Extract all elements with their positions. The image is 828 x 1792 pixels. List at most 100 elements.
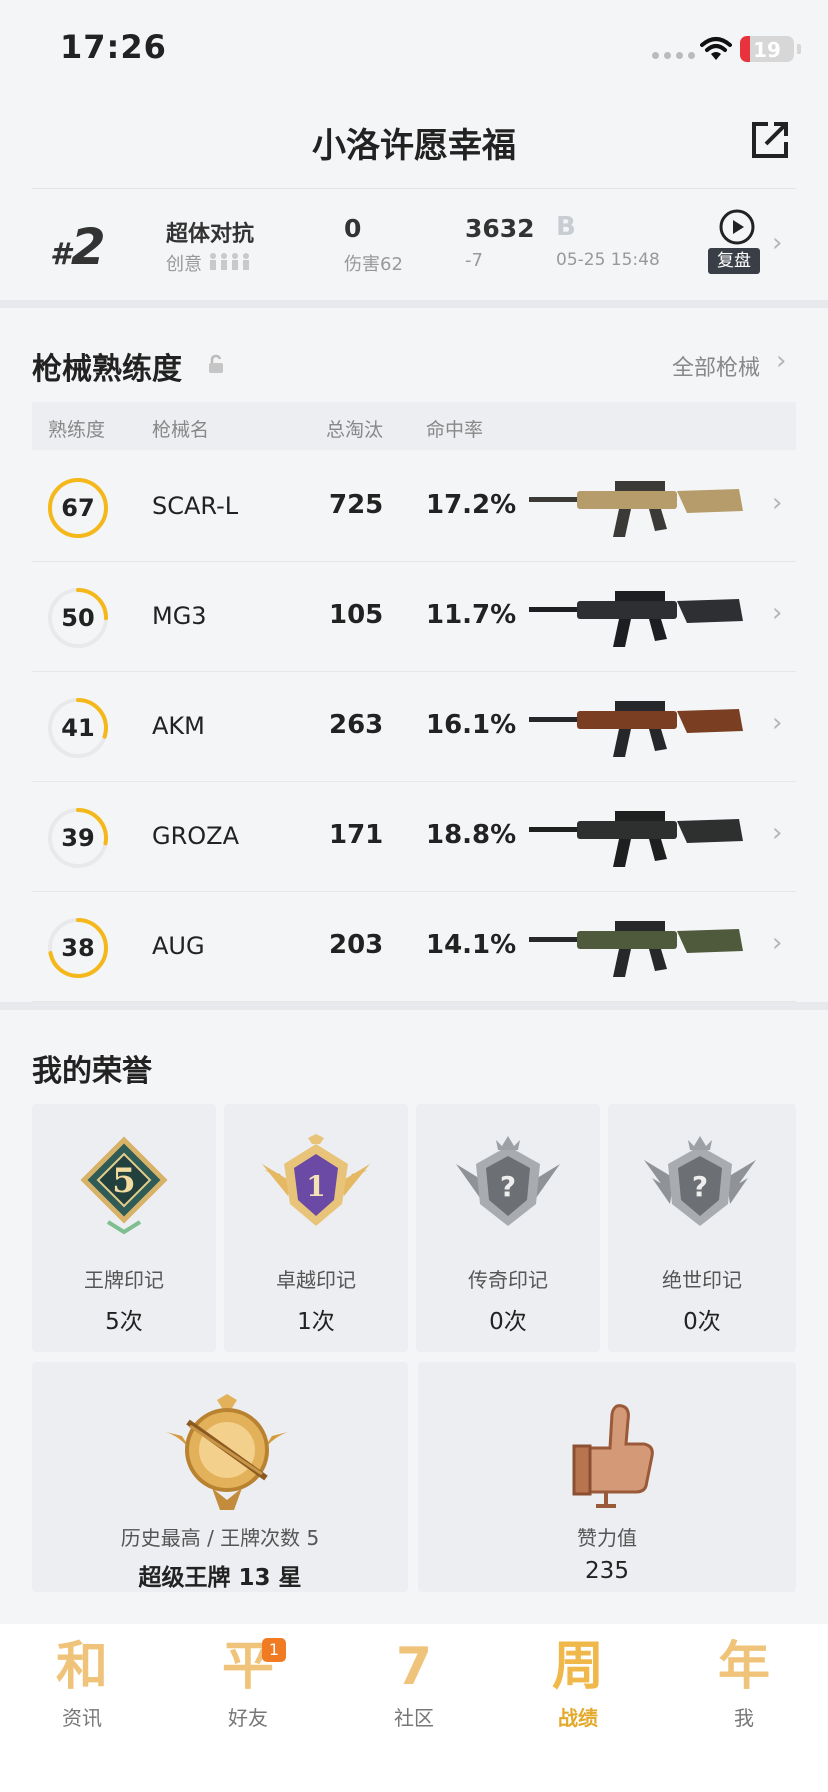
weapons-table-header: 熟练度 枪械名 总淘汰 命中率 <box>32 402 796 450</box>
match-sub-mode: 创意 <box>166 250 252 276</box>
proficiency-value: 39 <box>61 824 95 852</box>
history-best-value: 超级王牌 13 星 <box>138 1565 302 1591</box>
news-tab-icon: 和 <box>55 1637 108 1697</box>
svg-text:?: ? <box>500 1170 516 1203</box>
proficiency-value: 38 <box>61 934 95 962</box>
match-mode: 超体对抗 <box>166 222 255 247</box>
honor-label: 绝世印记 <box>662 1268 742 1292</box>
legendary-mark-badge-icon: ? <box>456 1136 560 1226</box>
groza-rifle-image <box>529 811 743 867</box>
tab-label: 资讯 <box>62 1706 102 1730</box>
weapon-hit-rate: 14.1% <box>426 930 517 960</box>
match-rank: #2 <box>50 218 106 276</box>
match-tier: B <box>556 212 576 242</box>
weapon-hit-rate: 11.7% <box>426 600 517 630</box>
honor-card-history-best[interactable]: 历史最高 / 王牌次数 5 超级王牌 13 星 <box>32 1362 408 1592</box>
likes-value: 235 <box>585 1558 629 1584</box>
weapon-row[interactable]: 38 AUG 203 14.1% › <box>32 892 796 1002</box>
match-damage: 伤害62 <box>344 254 403 275</box>
weapon-total-kills: 725 <box>329 490 384 520</box>
records-tab-icon: 周 <box>551 1637 604 1697</box>
honor-label: 卓越印记 <box>276 1268 356 1292</box>
honor-count: 1次 <box>297 1309 335 1335</box>
all-weapons-link[interactable]: 全部枪械 <box>672 350 760 382</box>
svg-text:1: 1 <box>306 1170 325 1203</box>
weapon-row[interactable]: 67 SCAR-L 725 17.2% › <box>32 452 796 562</box>
honor-card-excellent[interactable]: 1 卓越印记 1次 <box>224 1104 408 1352</box>
friends-tab-icon: 平 <box>221 1637 274 1697</box>
weapon-name: SCAR-L <box>152 492 239 520</box>
chevron-right-icon: › <box>772 598 783 628</box>
notification-badge: 1 <box>262 1638 286 1662</box>
peerless-mark-badge-icon: ? <box>644 1136 756 1226</box>
chevron-right-icon: › <box>772 928 783 958</box>
honor-label: 王牌印记 <box>84 1268 164 1292</box>
tab-community[interactable]: 7 社区 <box>354 1636 474 1746</box>
weapon-hit-rate: 16.1% <box>426 710 517 740</box>
honors-section-title: 我的荣誉 <box>32 1054 152 1089</box>
tab-label: 战绩 <box>558 1706 598 1730</box>
weapon-hit-rate: 18.8% <box>426 820 517 850</box>
weapon-total-kills: 203 <box>329 930 384 960</box>
weapon-name: AUG <box>152 932 205 960</box>
match-score-delta: -7 <box>465 250 483 271</box>
weapon-name: GROZA <box>152 822 240 850</box>
weapon-name: AKM <box>152 712 205 740</box>
match-time: 05-25 15:48 <box>556 250 660 270</box>
weapons-section-title: 枪械熟练度 <box>32 352 182 387</box>
honor-card-legendary[interactable]: ? 传奇印记 0次 <box>416 1104 600 1352</box>
weapon-total-kills: 263 <box>329 710 384 740</box>
squad-members-icon <box>209 253 249 270</box>
super-ace-rank-badge-icon <box>166 1394 288 1510</box>
excellent-mark-badge-icon: 1 <box>262 1134 370 1226</box>
header-proficiency: 熟练度 <box>48 419 106 441</box>
honor-card-peerless[interactable]: ? 绝世印记 0次 <box>608 1104 796 1352</box>
match-kills: 0 <box>344 214 362 243</box>
svg-text:5: 5 <box>112 1161 136 1201</box>
history-best-label: 历史最高 / 王牌次数 5 <box>120 1526 320 1550</box>
section-separator <box>0 1002 828 1010</box>
status-time: 17:26 <box>60 28 167 66</box>
wifi-icon <box>700 37 732 60</box>
chevron-right-icon: › <box>772 228 783 258</box>
tab-records[interactable]: 周 战绩 <box>518 1636 638 1746</box>
lock-icon[interactable] <box>206 354 226 374</box>
cellular-signal-icon <box>652 52 695 59</box>
replay-icon <box>719 209 755 245</box>
akm-rifle-image <box>529 701 743 757</box>
me-tab-icon: 年 <box>717 1637 770 1697</box>
weapon-total-kills: 105 <box>329 600 384 630</box>
battery-tip <box>797 44 801 54</box>
recent-match-row[interactable]: #2 超体对抗 创意 0 伤害62 3632 -7 B 05-25 15:48 … <box>0 190 828 300</box>
svg-text:?: ? <box>692 1170 708 1203</box>
weapon-total-kills: 171 <box>329 820 384 850</box>
likes-label: 赞力值 <box>577 1526 637 1550</box>
header-total-kills: 总淘汰 <box>326 419 384 441</box>
proficiency-value: 67 <box>61 494 95 522</box>
replay-label: 复盘 <box>708 248 760 274</box>
weapon-hit-rate: 17.2% <box>426 490 517 520</box>
proficiency-value: 50 <box>61 604 95 632</box>
tab-friends[interactable]: 平 好友 1 <box>188 1636 308 1746</box>
replay-button[interactable]: 复盘 <box>708 208 760 280</box>
tab-label: 我 <box>734 1706 754 1730</box>
chevron-right-icon: › <box>776 346 787 376</box>
tab-news[interactable]: 和 资讯 <box>22 1636 142 1746</box>
weapon-row[interactable]: 41 AKM 263 16.1% › <box>32 672 796 782</box>
section-separator <box>0 300 828 308</box>
chevron-right-icon: › <box>772 488 783 518</box>
honor-card-likes[interactable]: 赞力值 235 <box>418 1362 796 1592</box>
weapon-row[interactable]: 50 MG3 105 11.7% › <box>32 562 796 672</box>
match-score: 3632 <box>465 214 535 243</box>
thumbs-up-icon <box>572 1404 654 1508</box>
weapon-row[interactable]: 39 GROZA 171 18.8% › <box>32 782 796 892</box>
honor-count: 0次 <box>489 1309 527 1335</box>
honor-count: 5次 <box>105 1309 143 1335</box>
tab-me[interactable]: 年 我 <box>684 1636 804 1746</box>
header-weapon-name: 枪械名 <box>152 419 210 441</box>
ace-mark-badge-icon: 5 <box>80 1136 168 1235</box>
community-tab-icon: 7 <box>395 1637 433 1697</box>
honor-card-ace[interactable]: 5 王牌印记 5次 <box>32 1104 216 1352</box>
honor-count: 0次 <box>683 1309 721 1335</box>
share-out-icon[interactable] <box>748 118 792 162</box>
